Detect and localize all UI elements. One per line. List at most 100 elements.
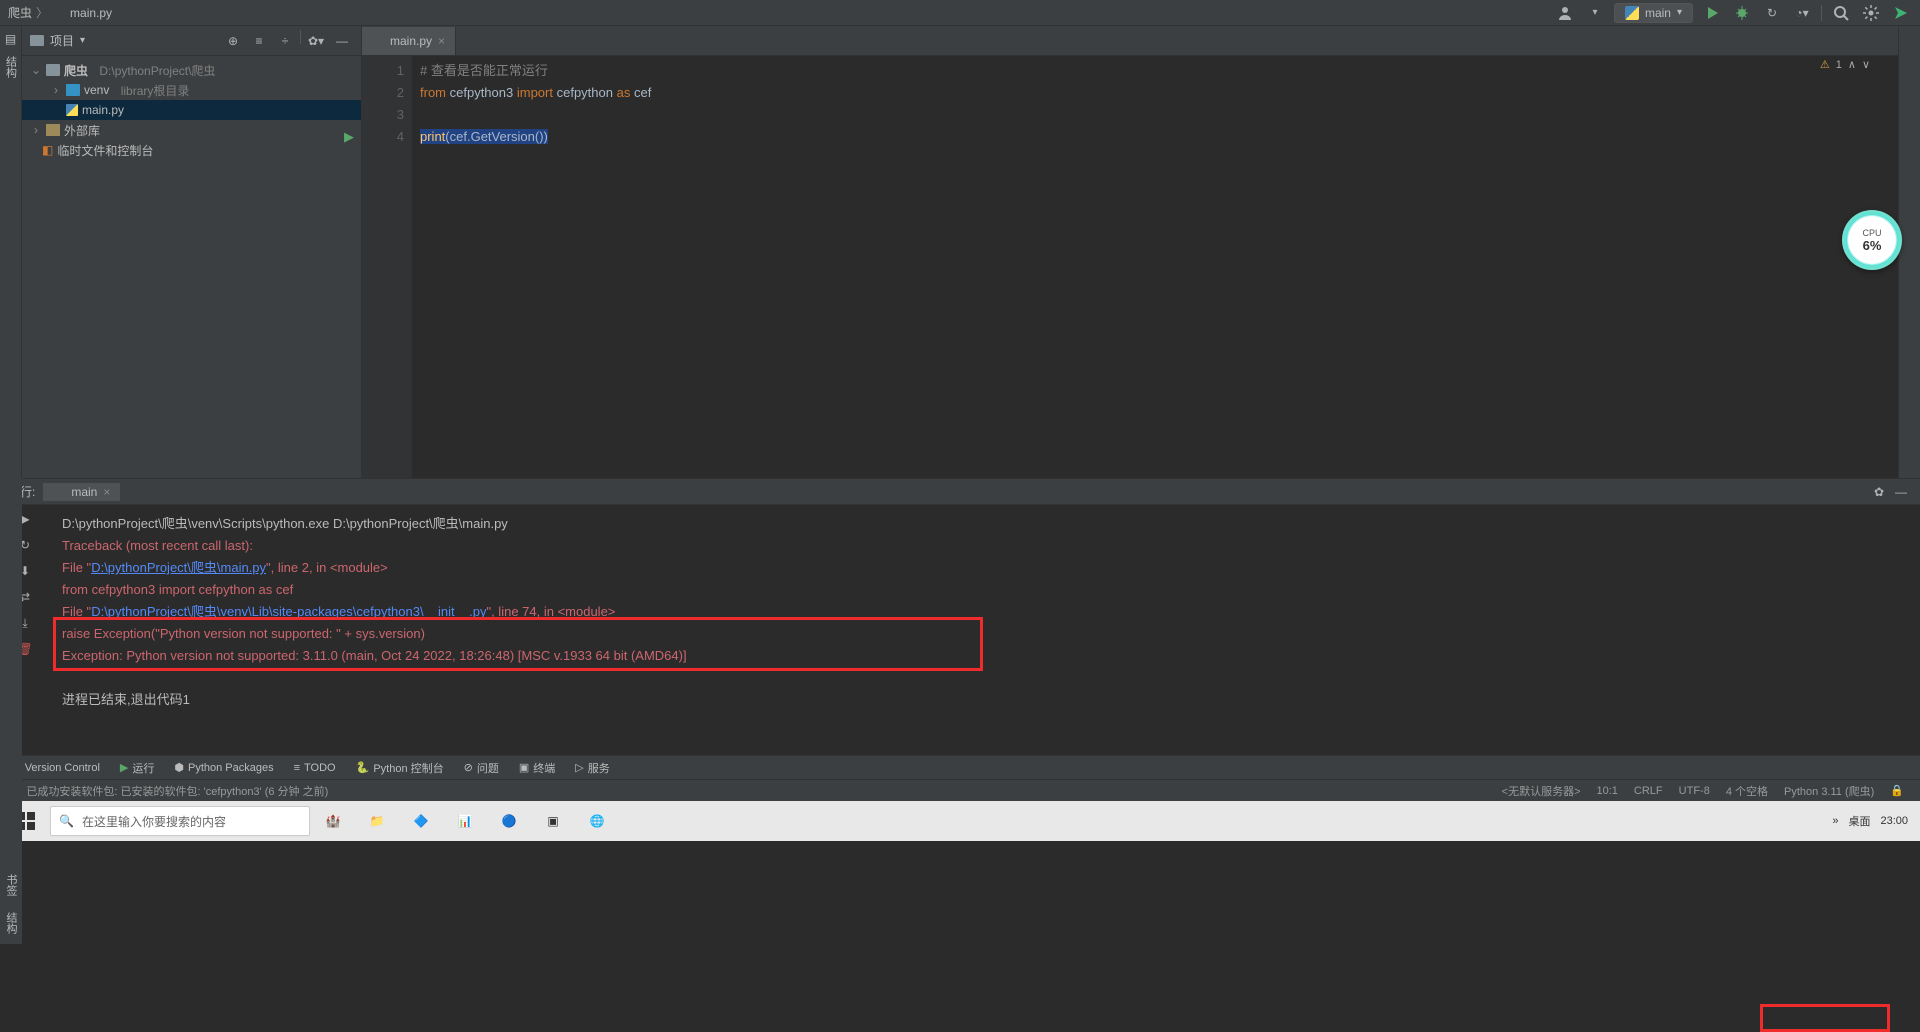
tray-chevron-icon[interactable]: » (1832, 815, 1838, 827)
tree-root[interactable]: ⌄ 爬虫 D:\pythonProject\爬虫 (22, 60, 361, 80)
tab-python-console[interactable]: 🐍Python 控制台 (356, 760, 444, 776)
code-fn: print (420, 129, 445, 144)
cpu-widget[interactable]: CPU 6% (1842, 210, 1902, 270)
highlight-box-interpreter (1760, 1004, 1890, 1032)
run-gutter-icon[interactable]: ▶ (344, 126, 354, 148)
console-output[interactable]: D:\pythonProject\爬虫\venv\Scripts\python.… (50, 505, 1920, 755)
taskbar-search-placeholder: 在这里输入你要搜索的内容 (82, 813, 226, 830)
close-icon[interactable]: × (103, 485, 110, 499)
tab-problems[interactable]: ⊘问题 (464, 760, 499, 776)
run-panel-settings-icon[interactable]: ✿ (1868, 481, 1890, 503)
tree-main-file[interactable]: main.py (22, 100, 361, 120)
left-tool-stripe: ▤ 结构 (0, 26, 22, 478)
run-tab[interactable]: main × (43, 483, 120, 501)
taskbar-pycharm-icon[interactable]: ▣ (532, 803, 574, 839)
prev-highlight-icon[interactable]: ∧ (1848, 58, 1856, 71)
user-icon[interactable] (1554, 2, 1576, 24)
coverage-button[interactable]: ↻ (1761, 2, 1783, 24)
taskbar-edge-icon[interactable]: 🌐 (576, 803, 618, 839)
code-id: cef (634, 85, 651, 100)
expand-all-button[interactable]: ≡ (248, 30, 270, 52)
code-id: cefpython3 (450, 85, 514, 100)
debug-button[interactable] (1731, 2, 1753, 24)
status-lock-icon[interactable]: 🔒 (1882, 784, 1912, 797)
console-icon: 🐍 (356, 761, 370, 774)
breadcrumb-file[interactable]: main.py (70, 6, 112, 20)
console-exception: Exception: Python version not supported:… (62, 645, 1908, 667)
chevron-down-icon[interactable]: ⌄ (30, 63, 42, 77)
settings-button[interactable] (1860, 2, 1882, 24)
tab-services[interactable]: ▷服务 (575, 760, 609, 776)
status-server[interactable]: <无默认服务器> (1494, 783, 1589, 799)
taskbar-icon[interactable]: 📊 (444, 803, 486, 839)
status-line-sep[interactable]: CRLF (1626, 785, 1671, 797)
tray-desktop-label[interactable]: 桌面 (1848, 813, 1870, 829)
tree-scratches[interactable]: ◧ 临时文件和控制台 (22, 140, 361, 160)
taskbar-icon[interactable]: 🔵 (488, 803, 530, 839)
line-number: 4 (397, 129, 404, 144)
hide-panel-button[interactable]: — (331, 30, 353, 52)
tree-external-libs[interactable]: › 外部库 (22, 120, 361, 140)
file-link[interactable]: D:\pythonProject\爬虫\main.py (91, 560, 266, 575)
structure-tool-label-2[interactable]: 结构 (3, 912, 19, 934)
tab-todo[interactable]: ≡TODO (294, 762, 336, 774)
project-view-chevron-icon[interactable]: ▾ (80, 35, 85, 46)
editor-tabs: main.py × (362, 26, 1898, 56)
tree-venv[interactable]: › venv library根目录 (22, 80, 361, 100)
python-icon (1625, 6, 1639, 20)
structure-tool-icon[interactable]: ▤ (5, 32, 16, 46)
console-exit: 进程已结束,退出代码1 (62, 689, 1908, 711)
tree-root-path: D:\pythonProject\爬虫 (99, 62, 215, 79)
python-icon (53, 486, 65, 498)
file-link[interactable]: D:\pythonProject\爬虫\venv\Lib\site-packag… (91, 604, 486, 619)
editor-tab-main[interactable]: main.py × (362, 27, 456, 55)
bookmarks-tool-label[interactable]: 书签 (3, 874, 19, 896)
tab-terminal[interactable]: ▣终端 (519, 760, 555, 776)
cpu-label: CPU (1862, 228, 1881, 238)
inspections-widget[interactable]: ⚠ 1 ∧ ∨ (1820, 58, 1870, 71)
breadcrumb-root[interactable]: 爬虫 (8, 4, 32, 21)
taskbar-icon[interactable]: 📁 (356, 803, 398, 839)
ide-right-icon[interactable] (1890, 2, 1912, 24)
warning-icon: ⚠ (1820, 58, 1830, 71)
folder-icon (66, 84, 80, 96)
collapse-all-button[interactable]: ÷ (274, 30, 296, 52)
chevron-right-icon[interactable]: › (30, 123, 42, 137)
panel-settings-button[interactable]: ✿▾ (305, 30, 327, 52)
status-caret-pos[interactable]: 10:1 (1589, 785, 1626, 797)
user-dropdown-icon[interactable]: ▾ (1584, 2, 1606, 24)
chevron-right-icon[interactable]: › (50, 83, 62, 97)
hide-run-panel-button[interactable]: — (1890, 481, 1912, 503)
search-everywhere-button[interactable] (1830, 2, 1852, 24)
editor-gutter: 1 2 3 ▶4 (362, 56, 412, 478)
editor-code[interactable]: # 查看是否能正常运行 from cefpython3 import cefpy… (412, 56, 1898, 478)
next-highlight-icon[interactable]: ∨ (1862, 58, 1870, 71)
tray-time: 23:00 (1880, 815, 1908, 827)
status-indent[interactable]: 4 个空格 (1718, 783, 1776, 799)
python-file-icon (372, 35, 384, 47)
code-kw: as (617, 85, 631, 100)
run-tab-label: main (71, 485, 97, 499)
close-tab-icon[interactable]: × (438, 34, 445, 48)
status-interpreter[interactable]: Python 3.11 (爬虫) (1776, 783, 1882, 799)
structure-tool-label[interactable]: 结构 (3, 56, 19, 78)
run-button[interactable] (1701, 2, 1723, 24)
run-config-selector[interactable]: main ▾ (1614, 3, 1693, 23)
terminal-icon: ▣ (519, 761, 529, 774)
taskbar-icon[interactable]: 🏰 (312, 803, 354, 839)
profile-button[interactable]: ◔▾ (1791, 2, 1813, 24)
system-tray[interactable]: » 桌面 23:00 (1832, 813, 1916, 829)
bottom-tool-tabs: ⎇Version Control ▶运行 ⬢Python Packages ≡T… (0, 755, 1920, 779)
status-encoding[interactable]: UTF-8 (1671, 785, 1718, 797)
project-tree[interactable]: ⌄ 爬虫 D:\pythonProject\爬虫 › venv library根… (22, 56, 361, 164)
console-line: from cefpython3 import cefpython as cef (62, 579, 1908, 601)
tab-run[interactable]: ▶运行 (120, 760, 154, 776)
scratches-icon: ◧ (42, 143, 53, 157)
code-id: cefpython (557, 85, 613, 100)
taskbar-search[interactable]: 🔍 在这里输入你要搜索的内容 (50, 806, 310, 836)
select-opened-file-button[interactable]: ⊕ (222, 30, 244, 52)
console-line: File "D:\pythonProject\爬虫\venv\Lib\site-… (62, 601, 1908, 623)
console-line: raise Exception("Python version not supp… (62, 623, 1908, 645)
taskbar-icon[interactable]: 🔷 (400, 803, 442, 839)
tab-python-packages[interactable]: ⬢Python Packages (174, 761, 273, 774)
